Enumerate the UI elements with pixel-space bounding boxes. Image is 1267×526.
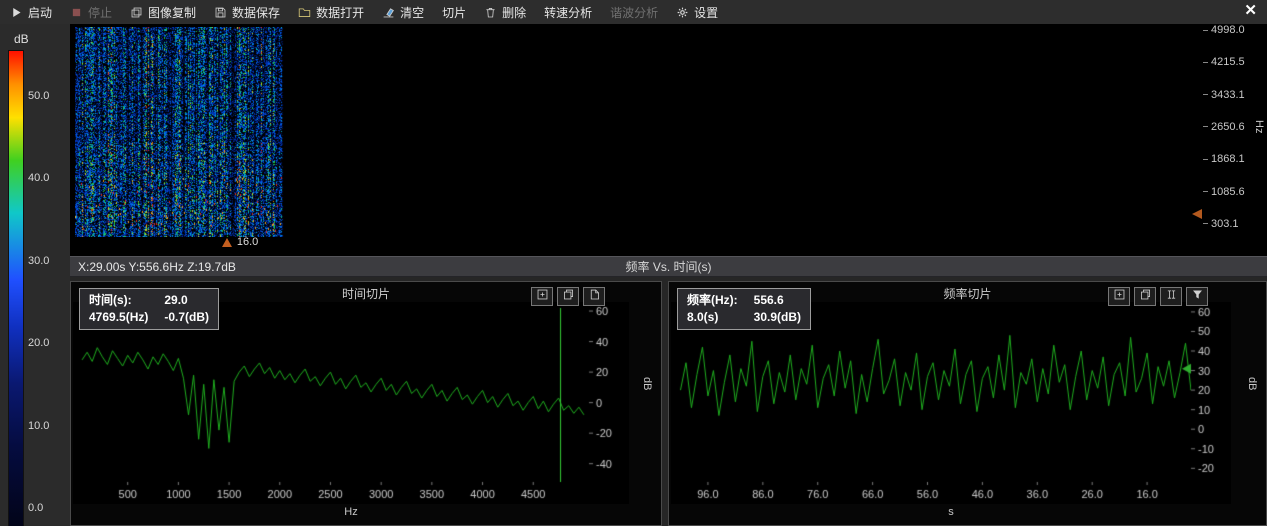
toolbar-label: 谐波分析 bbox=[610, 4, 658, 21]
freq-slice-tooltip-db: 30.9(dB) bbox=[754, 309, 801, 326]
gear-icon bbox=[676, 6, 689, 19]
frequency-axis-tick: 4215.5 bbox=[1203, 56, 1245, 68]
frequency-axis-tick: 1085.6 bbox=[1203, 186, 1245, 198]
delete-button[interactable]: 删除 bbox=[484, 4, 526, 21]
frequency-axis: 4998.0 4215.5 3433.1 2650.6 1868.1 1085.6 303.… bbox=[1203, 24, 1245, 230]
frequency-axis-tick: 2650.6 bbox=[1203, 121, 1245, 133]
clear-icon bbox=[382, 6, 395, 19]
colorbar-ticks: 50.0 40.0 30.0 20.0 10.0 0.0 bbox=[28, 90, 49, 514]
settings-button[interactable]: 设置 bbox=[676, 4, 718, 21]
add-view-button[interactable] bbox=[531, 287, 553, 306]
colorbar-gradient bbox=[8, 50, 24, 526]
status-bar: X:29.00s Y:556.6Hz Z:19.7dB 频率 Vs. 时间(s) bbox=[70, 256, 1267, 277]
add-view-icon bbox=[536, 288, 549, 306]
colorbar-tick: 50.0 bbox=[28, 90, 49, 102]
copy-doc-button[interactable] bbox=[557, 287, 579, 306]
freq-slice-tooltip-label: 频率(Hz): bbox=[687, 292, 738, 309]
close-button[interactable]: ✕ bbox=[1244, 3, 1257, 19]
cursor-readout: X:29.00s Y:556.6Hz Z:19.7dB bbox=[78, 260, 236, 274]
freq-slice-toolbar bbox=[1108, 287, 1208, 306]
freq-slice-ylabel: dB bbox=[1246, 377, 1258, 390]
copy-doc-button[interactable] bbox=[1134, 287, 1156, 306]
frequency-axis-tick: 4998.0 bbox=[1203, 24, 1245, 36]
data-open-button[interactable]: 数据打开 bbox=[298, 4, 364, 21]
image-copy-icon bbox=[130, 6, 143, 19]
frequency-axis-tick: 1868.1 bbox=[1203, 153, 1245, 165]
spectrogram-canvas[interactable] bbox=[75, 27, 1200, 237]
frequency-axis-unit: Hz bbox=[1253, 120, 1265, 133]
freq-slice-tooltip: 频率(Hz): 556.6 8.0(s) 30.9(dB) bbox=[677, 288, 811, 330]
frequency-marker-arrow[interactable] bbox=[1192, 209, 1202, 219]
slice-button[interactable]: 切片 bbox=[442, 4, 466, 21]
funnel-icon bbox=[1191, 288, 1204, 306]
add-view-button[interactable] bbox=[1108, 287, 1130, 306]
toolbar: 启动 停止 图像复制 数据保存 数据打开 清空 切片 删除 转速分析 谐波分析 设置 ✕ bbox=[0, 0, 1267, 25]
toolbar-label: 图像复制 bbox=[148, 4, 196, 21]
freq-slice-xlabel: s bbox=[671, 506, 1231, 518]
play-icon bbox=[10, 6, 23, 19]
copy-doc-icon bbox=[562, 288, 575, 306]
start-button[interactable]: 启动 bbox=[10, 4, 52, 21]
toolbar-label: 清空 bbox=[400, 4, 424, 21]
time-slice-tooltip: 时间(s): 29.0 4769.5(Hz) -0.7(dB) bbox=[79, 288, 219, 330]
toolbar-label: 停止 bbox=[88, 4, 112, 21]
page-icon bbox=[588, 288, 601, 306]
time-slice-panel: 时间切片 时间(s): 29.0 4769.5(Hz) -0.7(dB) Hz … bbox=[70, 281, 662, 526]
toolbar-label: 切片 bbox=[442, 4, 466, 21]
colorbar-tick: 10.0 bbox=[28, 420, 49, 432]
time-marker-arrow[interactable] bbox=[222, 238, 232, 247]
cursors-icon bbox=[1165, 288, 1178, 306]
time-slice-chart[interactable] bbox=[73, 302, 629, 504]
colorbar-tick: 20.0 bbox=[28, 337, 49, 349]
toolbar-items: 启动 停止 图像复制 数据保存 数据打开 清空 切片 删除 转速分析 谐波分析 设置 bbox=[0, 0, 728, 24]
save-icon bbox=[214, 6, 227, 19]
stop-button: 停止 bbox=[70, 4, 112, 21]
colorbar-tick: 30.0 bbox=[28, 255, 49, 267]
time-slice-ylabel: dB bbox=[641, 377, 653, 390]
toolbar-label: 启动 bbox=[28, 4, 52, 21]
speed-analysis-button[interactable]: 转速分析 bbox=[544, 4, 592, 21]
spectrogram-panel: 4998.0 4215.5 3433.1 2650.6 1868.1 1085.6 303.… bbox=[70, 24, 1267, 256]
time-slice-tooltip-db: -0.7(dB) bbox=[164, 309, 209, 326]
frequency-axis-tick: 3433.1 bbox=[1203, 89, 1245, 101]
harmonic-analysis-button: 谐波分析 bbox=[610, 4, 658, 21]
time-slice-xlabel: Hz bbox=[73, 506, 629, 518]
add-view-icon bbox=[1113, 288, 1126, 306]
time-slice-tooltip-label: 时间(s): bbox=[89, 292, 148, 309]
toolbar-label: 数据保存 bbox=[232, 4, 280, 21]
image-copy-button[interactable]: 图像复制 bbox=[130, 4, 196, 21]
page-button[interactable] bbox=[583, 287, 605, 306]
time-slice-tooltip-value: 29.0 bbox=[164, 292, 209, 309]
colorbar-unit-label: dB bbox=[14, 32, 29, 46]
stop-icon bbox=[70, 6, 83, 19]
colorbar-tick: 40.0 bbox=[28, 172, 49, 184]
toolbar-label: 数据打开 bbox=[316, 4, 364, 21]
time-marker-label: 16.0 bbox=[237, 236, 258, 248]
open-folder-icon bbox=[298, 6, 311, 19]
app-window: 启动 停止 图像复制 数据保存 数据打开 清空 切片 删除 转速分析 谐波分析 设置 ✕ dB 50… bbox=[0, 0, 1267, 526]
copy-doc-icon bbox=[1139, 288, 1152, 306]
colorbar-tick: 0.0 bbox=[28, 502, 49, 514]
freq-slice-panel: 频率切片 频率(Hz): 556.6 8.0(s) 30.9(dB) s dB bbox=[668, 281, 1267, 526]
spectrogram-caption: 频率 Vs. 时间(s) bbox=[70, 258, 1267, 275]
freq-slice-chart[interactable] bbox=[671, 302, 1231, 504]
clear-button[interactable]: 清空 bbox=[382, 4, 424, 21]
toolbar-label: 删除 bbox=[502, 4, 526, 21]
colorbar-panel: dB 50.0 40.0 30.0 20.0 10.0 0.0 bbox=[0, 24, 70, 526]
freq-slice-tooltip-time: 8.0(s) bbox=[687, 309, 738, 326]
delete-icon bbox=[484, 6, 497, 19]
freq-slice-tooltip-value: 556.6 bbox=[754, 292, 801, 309]
toolbar-label: 设置 bbox=[694, 4, 718, 21]
frequency-axis-tick: 303.1 bbox=[1203, 218, 1245, 230]
time-slice-tooltip-freq: 4769.5(Hz) bbox=[89, 309, 148, 326]
funnel-button[interactable] bbox=[1186, 287, 1208, 306]
toolbar-label: 转速分析 bbox=[544, 4, 592, 21]
data-save-button[interactable]: 数据保存 bbox=[214, 4, 280, 21]
time-slice-toolbar bbox=[531, 287, 605, 306]
cursors-button[interactable] bbox=[1160, 287, 1182, 306]
